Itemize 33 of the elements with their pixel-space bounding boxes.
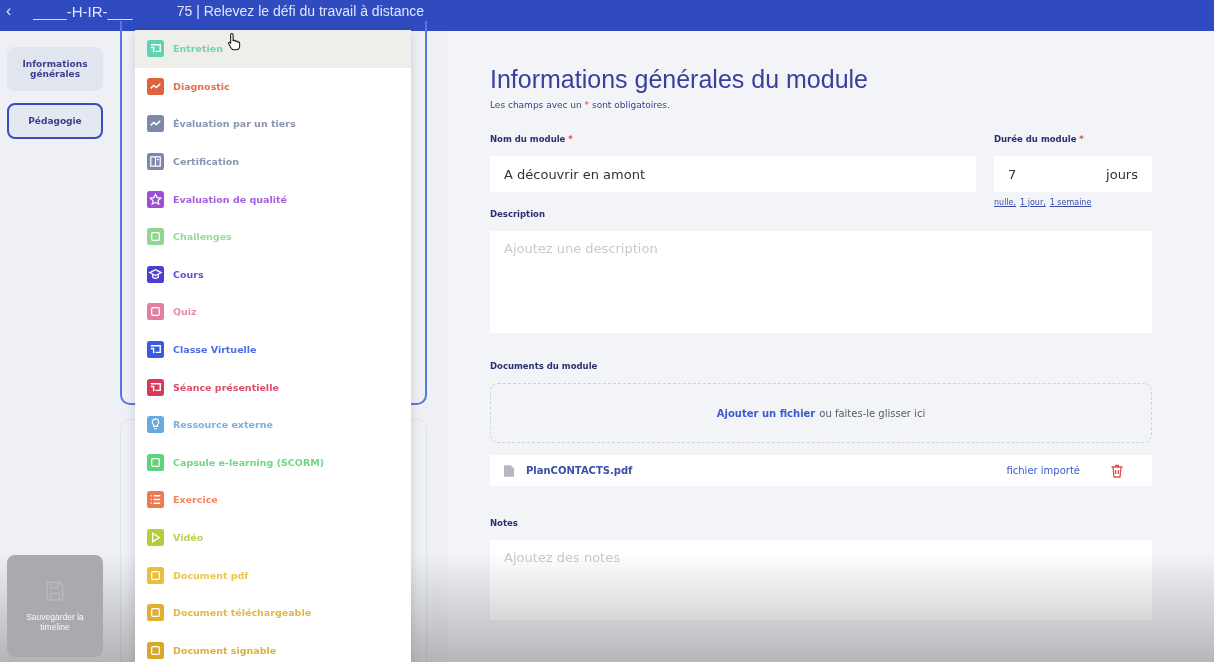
- upload-hint: ou faites-le glisser ici: [819, 407, 926, 419]
- sidebar-tab[interactable]: Informations générales: [7, 47, 103, 91]
- activity-option[interactable]: Exercice: [135, 481, 411, 519]
- form-title: Informations générales du module: [490, 65, 868, 94]
- activity-option[interactable]: Certification: [135, 142, 411, 181]
- duration-link[interactable]: nulle,: [994, 198, 1017, 207]
- activity-option[interactable]: Diagnostic: [135, 67, 411, 106]
- course-title: 75 | Relevez le défi du travail à distance: [176, 3, 424, 19]
- required-note: Les champs avec un * sont obligatoires.: [490, 100, 670, 110]
- activity-option[interactable]: Cours: [135, 255, 411, 294]
- field-label: Nom du module *: [490, 134, 574, 144]
- upload-link[interactable]: Ajouter un fichier: [716, 407, 816, 419]
- activity-option[interactable]: Évaluation par un tiers: [135, 105, 411, 143]
- upload-dropzone[interactable]: Ajouter un fichier ou faites-le glisser ici: [490, 383, 1152, 443]
- activity-option[interactable]: Evaluation de qualité: [135, 180, 411, 218]
- field-label: Description: [490, 209, 545, 219]
- field-label: Notes: [490, 518, 518, 528]
- field-label: Durée du module *: [994, 134, 1085, 144]
- activity-option[interactable]: Classe Virtuelle: [135, 330, 411, 369]
- back-button[interactable]: ‹: [6, 2, 12, 20]
- duration-link[interactable]: 1 semaine: [1049, 198, 1092, 207]
- activity-option[interactable]: Quiz: [135, 293, 411, 331]
- file-status: fichier importé: [1006, 465, 1080, 476]
- file-name[interactable]: PlanCONTACTS.pdf: [526, 465, 995, 476]
- duration-field[interactable]: 7 jours: [994, 156, 1152, 192]
- field-label: Documents du module: [490, 361, 598, 371]
- activity-option[interactable]: Ressource externe: [135, 405, 411, 444]
- activity-option[interactable]: Document signable: [135, 631, 411, 662]
- name-field[interactable]: A découvrir en amont: [490, 156, 976, 192]
- sidebar-tab[interactable]: Pédagogie: [7, 103, 103, 139]
- course-code: ____-H-IR-___: [33, 2, 133, 20]
- activity-option[interactable]: Séance présentielle: [135, 368, 411, 406]
- duration-link[interactable]: 1 jour,: [1020, 198, 1046, 207]
